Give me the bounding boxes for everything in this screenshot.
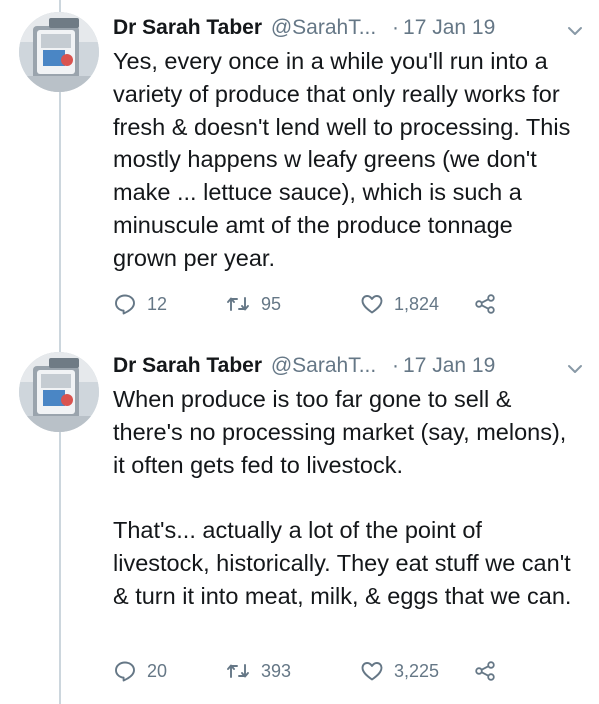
like-count: 1,824 xyxy=(394,293,440,314)
reply-button[interactable]: 12 xyxy=(113,290,167,318)
retweet-count: 95 xyxy=(261,293,282,314)
tweet-date[interactable]: 17 Jan 19 xyxy=(403,16,495,39)
retweet-button[interactable]: 393 xyxy=(225,657,291,685)
tweet-header: Dr Sarah Taber @SarahT... · 17 Jan 19 xyxy=(113,349,585,383)
reply-icon xyxy=(113,292,137,316)
tweet-actions: 20 393 3,225 xyxy=(113,657,513,685)
separator-dot: · xyxy=(392,16,400,39)
avatar[interactable] xyxy=(19,352,99,432)
author-handle[interactable]: @SarahT... xyxy=(271,16,376,39)
share-icon xyxy=(473,292,497,316)
share-button[interactable] xyxy=(473,657,497,685)
chevron-down-icon[interactable] xyxy=(565,18,585,38)
heart-icon xyxy=(360,659,384,683)
author-handle[interactable]: @SarahT... xyxy=(271,354,376,377)
avatar[interactable] xyxy=(19,12,99,92)
heart-icon xyxy=(360,292,384,316)
tweet-paragraph: That's... actually a lot of the point of… xyxy=(113,517,572,609)
retweet-icon xyxy=(225,659,251,683)
author-name[interactable]: Dr Sarah Taber xyxy=(113,16,262,39)
author-name[interactable]: Dr Sarah Taber xyxy=(113,354,262,377)
share-icon xyxy=(473,659,497,683)
tweet-paragraph: Yes, every once in a while you'll run in… xyxy=(113,48,571,271)
tweet-actions: 12 95 1,824 xyxy=(113,290,513,318)
share-button[interactable] xyxy=(473,290,497,318)
chevron-down-icon[interactable] xyxy=(565,356,585,376)
like-button[interactable]: 1,824 xyxy=(360,290,439,318)
tweet-date[interactable]: 17 Jan 19 xyxy=(403,354,495,377)
like-count: 3,225 xyxy=(394,660,440,681)
tweet[interactable]: Dr Sarah Taber @SarahT... · 17 Jan 19 Whe… xyxy=(0,338,599,704)
like-button[interactable]: 3,225 xyxy=(360,657,439,685)
retweet-count: 393 xyxy=(261,660,292,681)
tweet-text: When produce is too far gone to sell & t… xyxy=(113,383,583,613)
reply-count: 12 xyxy=(147,293,168,314)
tweet[interactable]: Dr Sarah Taber @SarahT... · 17 Jan 19 Yes… xyxy=(0,0,599,338)
tweet-header: Dr Sarah Taber @SarahT... · 17 Jan 19 xyxy=(113,11,585,45)
reply-icon xyxy=(113,659,137,683)
reply-count: 20 xyxy=(147,660,168,681)
tweet-text: Yes, every once in a while you'll run in… xyxy=(113,45,583,275)
separator-dot: · xyxy=(392,354,400,377)
retweet-button[interactable]: 95 xyxy=(225,290,281,318)
reply-button[interactable]: 20 xyxy=(113,657,167,685)
retweet-icon xyxy=(225,292,251,316)
tweet-paragraph: When produce is too far gone to sell & t… xyxy=(113,386,567,478)
